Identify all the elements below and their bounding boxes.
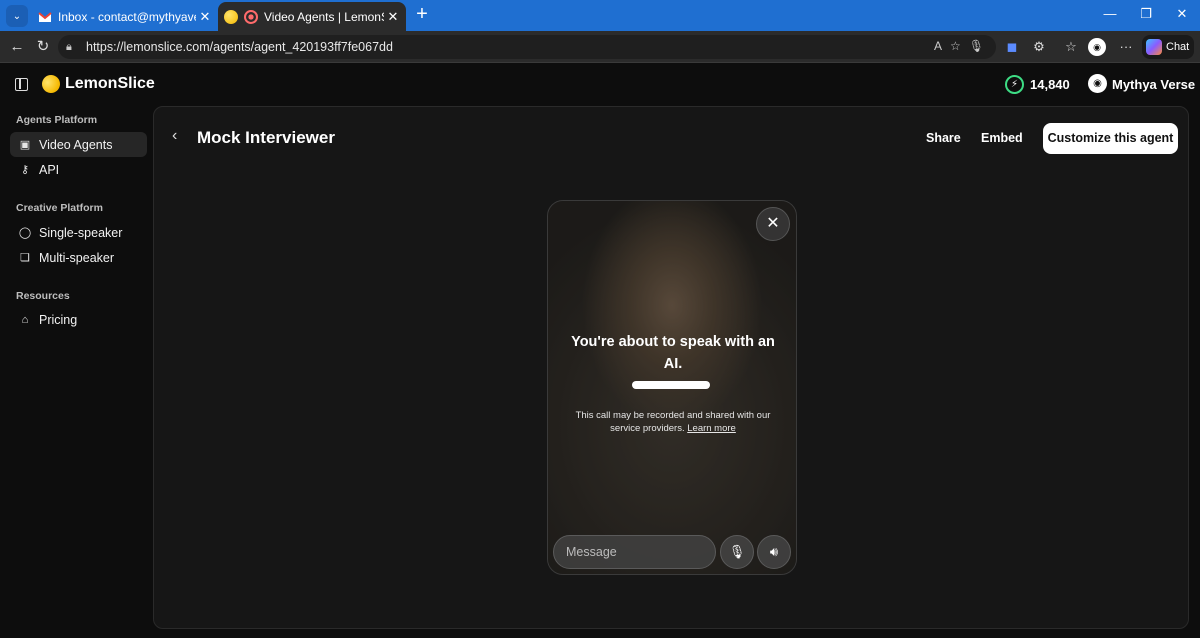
lock-icon: 🔒︎ [66, 40, 72, 53]
tab-title: Inbox - contact@mythyaverse.com [58, 9, 196, 24]
credits-count: 14,840 [1030, 77, 1070, 92]
sidebar-item-single-speaker[interactable]: ◯ Single-speaker [10, 220, 147, 245]
url-text: https://lemonslice.com/agents/agent_4201… [86, 40, 393, 54]
profile-icon[interactable]: ◉ [1088, 38, 1106, 56]
extensions-icon[interactable]: ⚙︎ [1030, 38, 1048, 56]
sidebar-item-label: Pricing [39, 312, 78, 327]
lemon-icon [224, 9, 238, 24]
sidebar-item-label: Multi-speaker [39, 250, 115, 265]
sidebar-item-label: Video Agents [39, 137, 113, 152]
browser-toolbar: ← ↻ 🔒︎ https://lemonslice.com/agents/age… [0, 31, 1200, 63]
mic-icon: 🎙︎ [728, 544, 746, 559]
minimize-icon[interactable]: — [1100, 6, 1120, 21]
sidebar-item-video-agents[interactable]: ▣ Video Agents [10, 132, 147, 157]
speaker-button[interactable]: 🔊︎ [757, 535, 791, 569]
sidebar-item-label: Single-speaker [39, 225, 123, 240]
mic-icon[interactable]: 🎙︎ [969, 39, 984, 53]
new-tab-button[interactable]: + [412, 4, 432, 25]
avatar[interactable]: ◉ [1088, 74, 1107, 93]
address-bar[interactable]: 🔒︎ https://lemonslice.com/agents/agent_4… [58, 35, 996, 59]
disclaimer-text: This call may be recorded and shared wit… [575, 410, 771, 434]
tab-strip: ⌄ Inbox - contact@mythyaverse.com ✕ Vide… [0, 0, 1200, 31]
call-disclaimer: This call may be recorded and shared wit… [574, 409, 772, 435]
favorites-icon[interactable]: ☆ [1062, 38, 1080, 56]
copilot-chat-button[interactable]: Chat [1142, 35, 1194, 59]
app-header: LemonSlice ⚡︎ 14,840 ◉ Mythya Verse [0, 64, 1200, 106]
tag-icon: ⌂ [21, 313, 29, 326]
message-input[interactable]: Message [553, 535, 716, 569]
user-square-icon: ▣ [19, 139, 31, 151]
tab-title: Video Agents | LemonSlice [264, 9, 384, 24]
customize-agent-button[interactable]: Customize this agent [1043, 123, 1178, 154]
extension-shield-icon[interactable]: ◼ [1003, 38, 1021, 56]
share-button[interactable]: Share [926, 131, 961, 145]
read-aloud-icon[interactable]: A [934, 39, 942, 53]
lightning-icon: ⚡︎ [1005, 75, 1024, 94]
section-label-agents-platform: Agents Platform [16, 114, 98, 126]
sidebar-item-api[interactable]: ⚷ API [10, 157, 147, 182]
close-icon[interactable]: ✕ [384, 9, 402, 25]
learn-more-link[interactable]: Learn more [687, 423, 736, 434]
browser-window: ⌄ Inbox - contact@mythyaverse.com ✕ Vide… [0, 0, 1200, 638]
maximize-icon[interactable]: ❐ [1136, 6, 1156, 22]
app: LemonSlice ⚡︎ 14,840 ◉ Mythya Verse Agen… [0, 64, 1200, 638]
loading-bar [632, 381, 710, 389]
sidebar-item-multi-speaker[interactable]: ❏ Multi-speaker [10, 245, 147, 270]
tab-actions-button[interactable]: ⌄ [6, 5, 28, 27]
gmail-icon [38, 11, 52, 22]
lemon-logo-icon [39, 72, 63, 96]
refresh-icon[interactable]: ↻ [34, 38, 52, 56]
mic-button[interactable]: 🎙︎ [720, 535, 754, 569]
sidebar-item-label: API [39, 162, 60, 177]
brand-name: LemonSlice [65, 75, 155, 92]
more-icon[interactable]: ··· [1117, 38, 1135, 56]
window-close-icon[interactable]: ✕ [1172, 6, 1192, 22]
tab-inbox[interactable]: Inbox - contact@mythyaverse.com ✕ [32, 2, 218, 31]
close-icon[interactable]: ✕ [756, 207, 790, 241]
copilot-icon [1146, 39, 1162, 55]
star-icon[interactable]: ☆ [950, 39, 961, 53]
page-title: Mock Interviewer [197, 128, 335, 147]
back-arrow-icon[interactable]: ← [8, 38, 26, 56]
key-icon: ⚷ [20, 164, 30, 176]
chevron-down-icon: ⌄ [12, 10, 22, 22]
main-panel: ‹ Mock Interviewer Share Embed Customize… [153, 106, 1189, 629]
sidebar: Agents Platform ▣ Video Agents ⚷ API Cre… [0, 106, 152, 638]
sidebar-item-pricing[interactable]: ⌂ Pricing [10, 307, 147, 332]
sidebar-toggle-icon[interactable] [15, 78, 28, 91]
chevron-left-icon[interactable]: ‹ [172, 127, 177, 145]
section-label-resources: Resources [16, 290, 70, 302]
user-name[interactable]: Mythya Verse [1112, 77, 1195, 92]
speech-bubble-icon: ◯ [18, 227, 32, 239]
call-heading: You're about to speak with an AI. [571, 334, 775, 372]
tab-video-agents[interactable]: Video Agents | LemonSlice ✕ [218, 2, 406, 31]
embed-button[interactable]: Embed [981, 131, 1023, 145]
section-label-creative-platform: Creative Platform [16, 202, 103, 214]
recording-icon [244, 9, 258, 24]
speech-bubbles-icon: ❏ [20, 252, 30, 264]
speaker-icon: 🔊︎ [769, 544, 779, 559]
video-call-card: ✕ You're about to speak with an AI. This… [547, 200, 797, 575]
close-icon[interactable]: ✕ [196, 9, 214, 25]
chat-label: Chat [1166, 41, 1190, 53]
